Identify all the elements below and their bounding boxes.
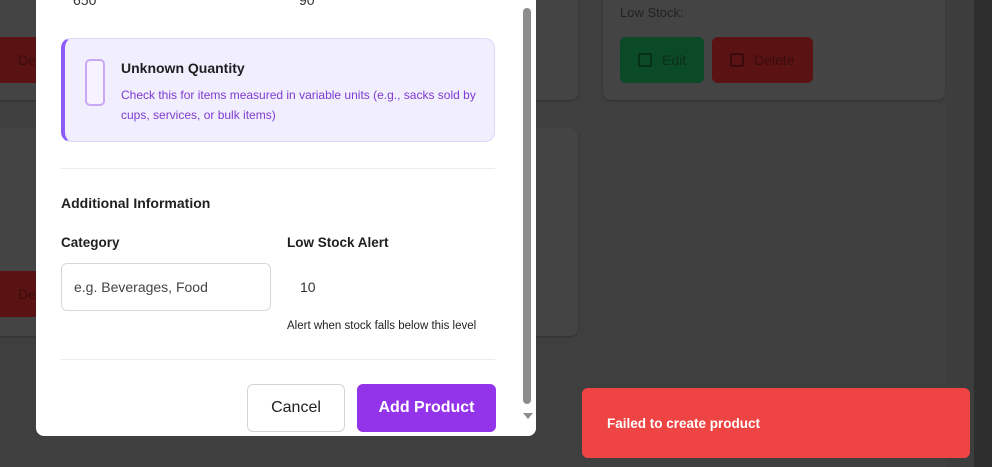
low-stock-hint: Alert when stock falls below this level — [287, 320, 477, 332]
delete-fragment-label: De — [18, 286, 36, 302]
error-toast: Failed to create product — [582, 388, 970, 458]
delete-button[interactable]: Delete — [712, 37, 813, 83]
low-stock-label: Low Stock: — [620, 5, 684, 20]
edit-button-label: Edit — [662, 52, 687, 68]
toast-message: Failed to create product — [607, 415, 761, 431]
divider — [61, 168, 495, 169]
unknown-quantity-title: Unknown Quantity — [121, 60, 245, 76]
modal-scrollbar-thumb[interactable] — [523, 8, 531, 404]
scroll-down-arrow-icon[interactable] — [523, 413, 533, 419]
unknown-quantity-panel[interactable]: Unknown Quantity Check this for items me… — [61, 38, 495, 142]
additional-info-title: Additional Information — [61, 195, 211, 211]
add-product-button[interactable]: Add Product — [357, 384, 496, 432]
stock-value-cut: 650 — [73, 0, 97, 8]
edit-icon — [638, 53, 652, 67]
add-product-modal: 650 90 Unknown Quantity Check this for i… — [36, 0, 536, 436]
delete-button-left-top[interactable]: De — [0, 37, 40, 83]
delete-fragment-label: De — [18, 52, 36, 68]
edit-button[interactable]: Edit — [620, 37, 704, 83]
category-label: Category — [61, 235, 120, 250]
unknown-quantity-checkbox[interactable] — [85, 59, 105, 106]
delete-button-left-bottom[interactable]: De — [0, 271, 40, 317]
divider — [61, 359, 495, 360]
unknown-quantity-description: Check this for items measured in variabl… — [121, 88, 476, 122]
page-scrollbar[interactable] — [974, 0, 992, 467]
modal-body: 650 90 Unknown Quantity Check this for i… — [61, 0, 496, 436]
low-stock-alert-input[interactable] — [287, 263, 495, 311]
delete-button-label: Delete — [754, 52, 795, 68]
category-input[interactable] — [61, 263, 271, 311]
cancel-button[interactable]: Cancel — [247, 384, 345, 432]
price-value-cut: 90 — [299, 0, 315, 8]
low-stock-alert-label: Low Stock Alert — [287, 235, 389, 250]
modal-scrollbar[interactable] — [520, 0, 536, 436]
trash-icon — [730, 53, 744, 67]
